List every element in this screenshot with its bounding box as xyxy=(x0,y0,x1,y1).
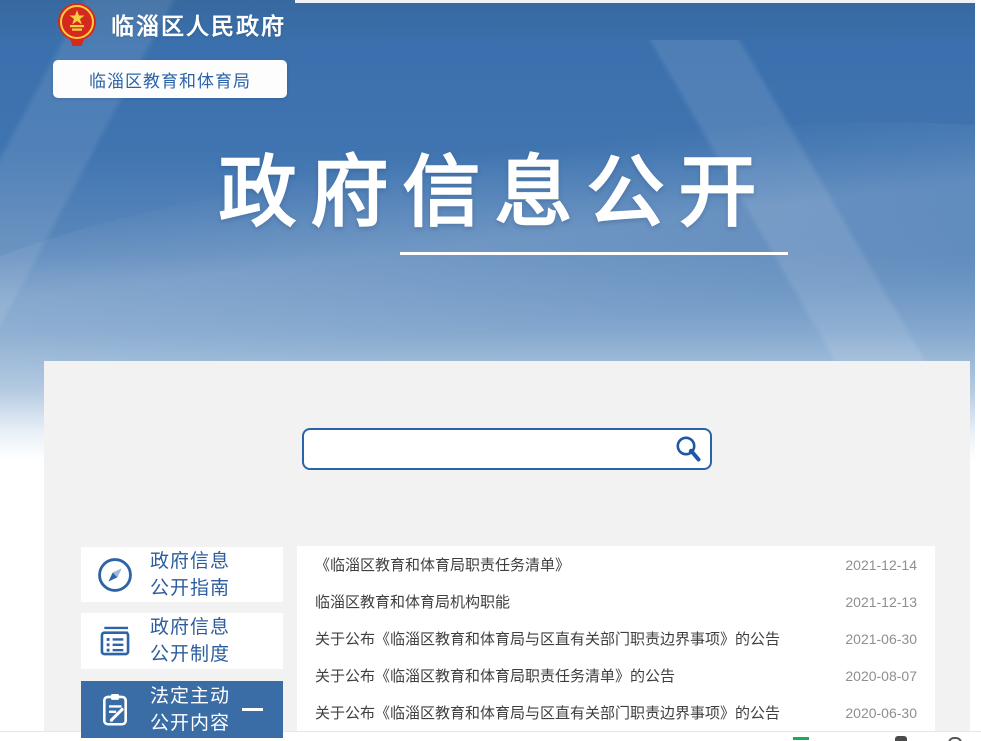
department-button[interactable]: 临淄区教育和体育局 xyxy=(53,60,287,98)
article-date: 2021-12-13 xyxy=(845,594,917,610)
sidebar-item-label: 公开内容 xyxy=(150,710,230,737)
top-edge-strip xyxy=(295,0,981,3)
site-name: 临淄区人民政府 xyxy=(111,7,286,41)
search-input[interactable] xyxy=(304,430,670,468)
list-item[interactable]: 临淄区教育和体育局机构职能 2021-12-13 xyxy=(297,583,935,620)
article-title[interactable]: 临淄区教育和体育局机构职能 xyxy=(315,591,825,612)
search-box xyxy=(302,428,712,470)
list-item[interactable]: 关于公布《临淄区教育和体育局与区直有关部门职责边界事项》的公告 2020-06-… xyxy=(297,694,935,731)
list-item[interactable]: 关于公布《临淄区教育和体育局职责任务清单》的公告 2020-08-07 xyxy=(297,657,935,694)
page: 临淄区人民政府 临淄区教育和体育局 政府信息公开 政府信息 公开 xyxy=(0,0,981,741)
sidebar-item-label: 公开指南 xyxy=(150,575,230,602)
sidebar-item-guide[interactable]: 政府信息 公开指南 xyxy=(81,547,283,602)
footer-green-icon xyxy=(793,737,809,740)
article-date: 2021-12-14 xyxy=(845,557,917,573)
sidebar-item-label: 政府信息 xyxy=(150,614,230,641)
article-title[interactable]: 《临淄区教育和体育局职责任务清单》 xyxy=(315,554,825,575)
article-title[interactable]: 关于公布《临淄区教育和体育局与区直有关部门职责边界事项》的公告 xyxy=(315,702,825,723)
search-magnifier-icon xyxy=(673,434,703,464)
footer-dark-icon xyxy=(895,736,907,741)
article-title[interactable]: 关于公布《临淄区教育和体育局与区直有关部门职责边界事项》的公告 xyxy=(315,628,825,649)
sidebar-item-rules[interactable]: 政府信息 公开制度 xyxy=(81,613,283,669)
article-title[interactable]: 关于公布《临淄区教育和体育局职责任务清单》的公告 xyxy=(315,665,825,686)
sidebar-item-label: 政府信息 xyxy=(150,548,230,575)
search-button[interactable] xyxy=(670,431,706,467)
header-brand[interactable]: 临淄区人民政府 xyxy=(55,1,286,47)
list-item[interactable]: 关于公布《临淄区教育和体育局与区直有关部门职责边界事项》的公告 2021-06-… xyxy=(297,620,935,657)
article-date: 2020-08-07 xyxy=(845,668,917,684)
sidebar-item-label: 法定主动 xyxy=(150,683,230,710)
national-emblem-icon xyxy=(55,2,99,46)
sidebar-item-label: 公开制度 xyxy=(150,641,230,668)
article-list: 《临淄区教育和体育局职责任务清单》 2021-12-14 临淄区教育和体育局机构… xyxy=(297,546,935,731)
compass-icon xyxy=(94,554,136,596)
title-underline xyxy=(400,252,788,255)
minus-icon[interactable] xyxy=(242,708,263,711)
article-date: 2020-06-30 xyxy=(845,705,917,721)
footer-arc-icon xyxy=(948,737,962,741)
sidebar-item-statutory[interactable]: 法定主动 公开内容 xyxy=(81,681,283,738)
list-item[interactable]: 《临淄区教育和体育局职责任务清单》 2021-12-14 xyxy=(297,546,935,583)
rules-book-icon xyxy=(94,620,136,662)
clipboard-pen-icon xyxy=(94,689,136,731)
page-title: 政府信息公开 xyxy=(0,150,975,236)
department-button-label: 临淄区教育和体育局 xyxy=(89,67,251,92)
article-date: 2021-06-30 xyxy=(845,631,917,647)
